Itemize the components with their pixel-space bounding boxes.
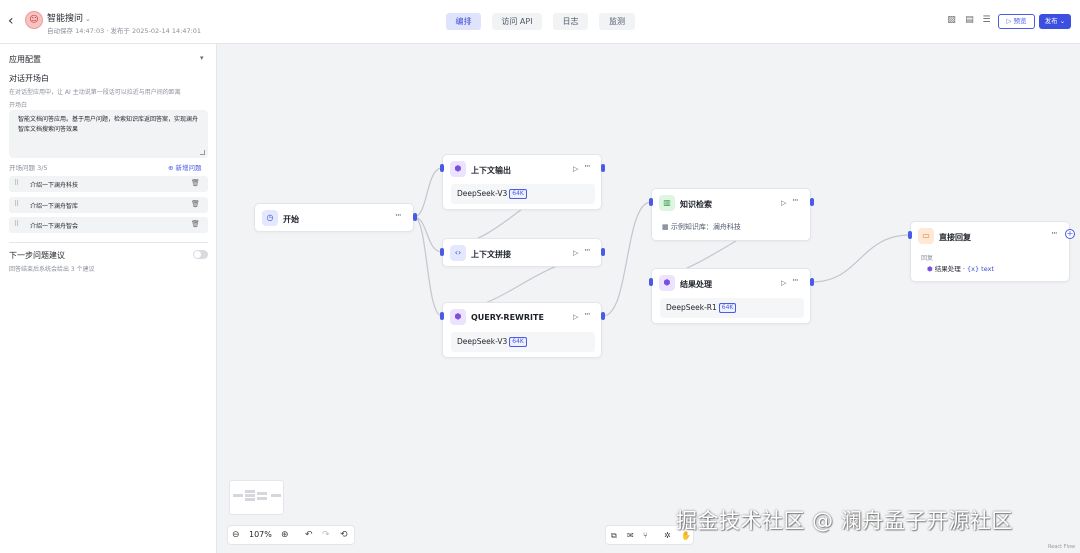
node-title: 上下文拼接 xyxy=(471,250,511,259)
zoom-in-icon[interactable]: ⊕ xyxy=(281,529,289,541)
knowledge-retrieval-node[interactable]: ▥ 知识检索 ▷ ··· ▦ 示例知识库：澜舟科技 xyxy=(651,188,811,241)
input-port[interactable] xyxy=(440,312,444,320)
node-title: 直接回复 xyxy=(939,233,971,242)
play-icon[interactable]: ▷ xyxy=(573,313,578,321)
output-port[interactable] xyxy=(810,198,814,206)
add-node-icon[interactable]: + xyxy=(1065,229,1075,239)
play-icon[interactable]: ▷ xyxy=(573,165,578,173)
query-rewrite-node[interactable]: ⬢ QUERY-REWRITE ▷ ··· DeepSeek-V3 64K xyxy=(442,302,602,358)
context-badge: 64K xyxy=(718,303,737,313)
minimap-node xyxy=(233,494,243,497)
more-icon[interactable]: ··· xyxy=(584,246,591,256)
more-icon[interactable]: ··· xyxy=(792,276,799,286)
direct-reply-node[interactable]: ▭ 直接回复 ··· 回复 ⬢ 结果处理 · {x} text xyxy=(910,221,1070,282)
minimap[interactable] xyxy=(229,480,284,515)
input-port[interactable] xyxy=(908,231,912,239)
zoom-level[interactable]: 107% xyxy=(249,530,272,539)
result-processing-node[interactable]: ⬢ 结果处理 ▷ ··· DeepSeek-R1 64K xyxy=(651,268,811,324)
edge xyxy=(413,216,443,317)
timer-icon: ◷ xyxy=(262,210,278,226)
watermark: 掘金技术社区 @ 澜舟孟子开源社区 xyxy=(676,509,1013,533)
minimap-node xyxy=(245,494,255,497)
model-field: DeepSeek-V3 64K xyxy=(451,184,595,204)
output-port[interactable] xyxy=(601,164,605,172)
cube-icon: ⬢ xyxy=(659,275,675,291)
node-title: 上下文输出 xyxy=(471,166,511,175)
play-icon[interactable]: ▷ xyxy=(573,249,578,257)
node-title: 知识检索 xyxy=(680,200,712,209)
play-icon[interactable]: ▷ xyxy=(781,199,786,207)
zoom-controls: ⊖ 107% ⊕ ↶ ↷ ⟲ xyxy=(227,525,355,545)
node-title: 结果处理 xyxy=(680,280,712,289)
model-field: DeepSeek-R1 64K xyxy=(660,298,804,318)
message-icon: ▭ xyxy=(918,228,934,244)
minimap-node xyxy=(271,494,281,497)
react-flow-attribution[interactable]: React Flow xyxy=(1048,544,1075,550)
input-port[interactable] xyxy=(440,248,444,256)
cube-icon: ⬢ xyxy=(450,161,466,177)
input-port[interactable] xyxy=(649,198,653,206)
context-concat-node[interactable]: ‹› 上下文拼接 ▷ ··· xyxy=(442,238,602,267)
more-icon[interactable]: ··· xyxy=(395,211,402,221)
undo-icon[interactable]: ↶ xyxy=(305,529,313,541)
edge xyxy=(413,216,443,253)
output-port[interactable] xyxy=(413,213,417,221)
more-icon[interactable]: ··· xyxy=(584,162,591,172)
redo-icon[interactable]: ↷ xyxy=(322,529,330,541)
play-icon[interactable]: ▷ xyxy=(781,279,786,287)
input-port[interactable] xyxy=(649,278,653,286)
zoom-out-icon[interactable]: ⊖ xyxy=(232,529,240,541)
knowledge-base-ref: ▦ 示例知识库：澜舟科技 xyxy=(662,223,741,231)
more-icon[interactable]: ··· xyxy=(584,310,591,320)
output-port[interactable] xyxy=(601,312,605,320)
history-icon[interactable]: ⟲ xyxy=(340,529,348,541)
add-node-tool-icon[interactable]: ⧉ xyxy=(611,530,617,541)
edge xyxy=(413,167,443,218)
cube-icon: ⬢ xyxy=(450,309,466,325)
context-badge: 64K xyxy=(509,337,527,347)
input-port[interactable] xyxy=(440,164,444,172)
minimap-node xyxy=(245,490,255,493)
more-icon[interactable]: ··· xyxy=(792,196,799,206)
more-icon[interactable]: ··· xyxy=(1051,229,1058,239)
node-title: 开始 xyxy=(283,215,299,224)
edge xyxy=(811,234,911,283)
edge xyxy=(602,201,652,317)
minimap-node xyxy=(257,492,267,495)
organize-icon[interactable]: ⑂ xyxy=(643,530,648,541)
output-port[interactable] xyxy=(810,278,814,286)
model-field: DeepSeek-V3 64K xyxy=(451,332,595,352)
context-output-node[interactable]: ⬢ 上下文输出 ▷ ··· DeepSeek-V3 64K xyxy=(442,154,602,210)
code-icon: ‹› xyxy=(450,245,466,261)
context-badge: 64K xyxy=(509,189,527,199)
pointer-icon[interactable]: ✲ xyxy=(664,530,671,541)
reply-variable: ⬢ 结果处理 · {x} text xyxy=(927,265,994,273)
minimap-node xyxy=(257,497,267,500)
output-port[interactable] xyxy=(601,248,605,256)
cube-icon: ⬢ xyxy=(927,265,935,273)
book-icon: ▥ xyxy=(659,195,675,211)
minimap-node xyxy=(245,498,255,501)
note-icon[interactable]: ✉ xyxy=(627,530,634,541)
node-title: QUERY-REWRITE xyxy=(471,313,544,322)
start-node[interactable]: ◷ 开始 ··· xyxy=(254,203,414,232)
reply-label: 回复 xyxy=(921,255,934,262)
database-icon: ▦ xyxy=(662,223,671,231)
